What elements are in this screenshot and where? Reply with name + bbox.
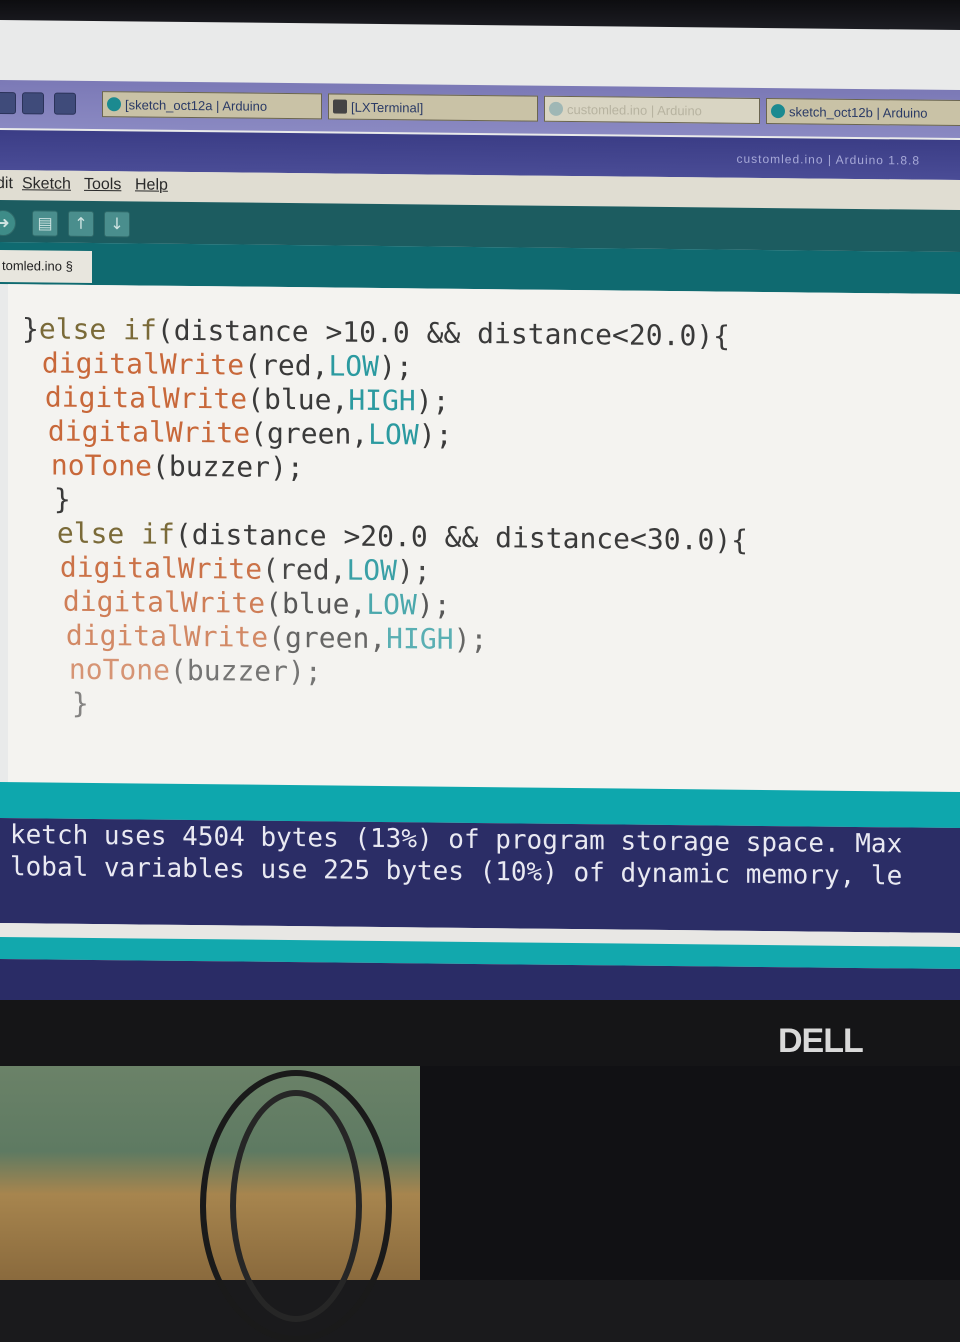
monitor-stand xyxy=(420,1066,960,1280)
console-output: ketch uses 4504 bytes (13%) of program s… xyxy=(0,818,960,934)
desktop-icon[interactable] xyxy=(54,92,76,115)
menu-item-edit[interactable]: dit xyxy=(0,175,13,193)
dell-logo: DELL xyxy=(778,1022,864,1060)
menu-item-help[interactable]: Help xyxy=(135,176,168,194)
arduino-icon xyxy=(549,101,563,116)
screen: [sketch_oct12a | Arduino [LXTerminal] cu… xyxy=(0,20,960,1016)
new-icon[interactable]: ▤ xyxy=(32,210,58,237)
menu-item-tools[interactable]: Tools xyxy=(84,176,121,194)
terminal-icon xyxy=(333,99,347,114)
arduino-icon xyxy=(107,97,121,112)
open-icon[interactable]: ↑ xyxy=(68,210,94,237)
code-block[interactable]: }else if(distance >10.0 && distance<20.0… xyxy=(22,312,748,728)
tab-customled[interactable]: tomled.ino § xyxy=(0,250,92,283)
save-icon[interactable]: ↓ xyxy=(104,211,130,238)
taskbar-button-sketch-oct12a[interactable]: [sketch_oct12a | Arduino xyxy=(102,91,322,120)
code-line[interactable]: } xyxy=(55,687,748,728)
taskbar-button-lxterminal[interactable]: [LXTerminal] xyxy=(328,93,538,122)
window-title: customled.ino | Arduino 1.8.8 xyxy=(736,151,920,168)
cable xyxy=(230,1090,362,1322)
taskbar-button-customled[interactable]: customled.ino | Arduino xyxy=(544,95,760,124)
arduino-icon xyxy=(771,104,785,119)
folder-icon[interactable] xyxy=(22,92,44,115)
monitor-bezel: DELL xyxy=(0,1000,960,1066)
menu-icon[interactable] xyxy=(0,91,16,115)
menu-item-sketch[interactable]: Sketch xyxy=(22,175,71,194)
taskbar-button-sketch-oct12b[interactable]: sketch_oct12b | Arduino xyxy=(766,98,960,127)
